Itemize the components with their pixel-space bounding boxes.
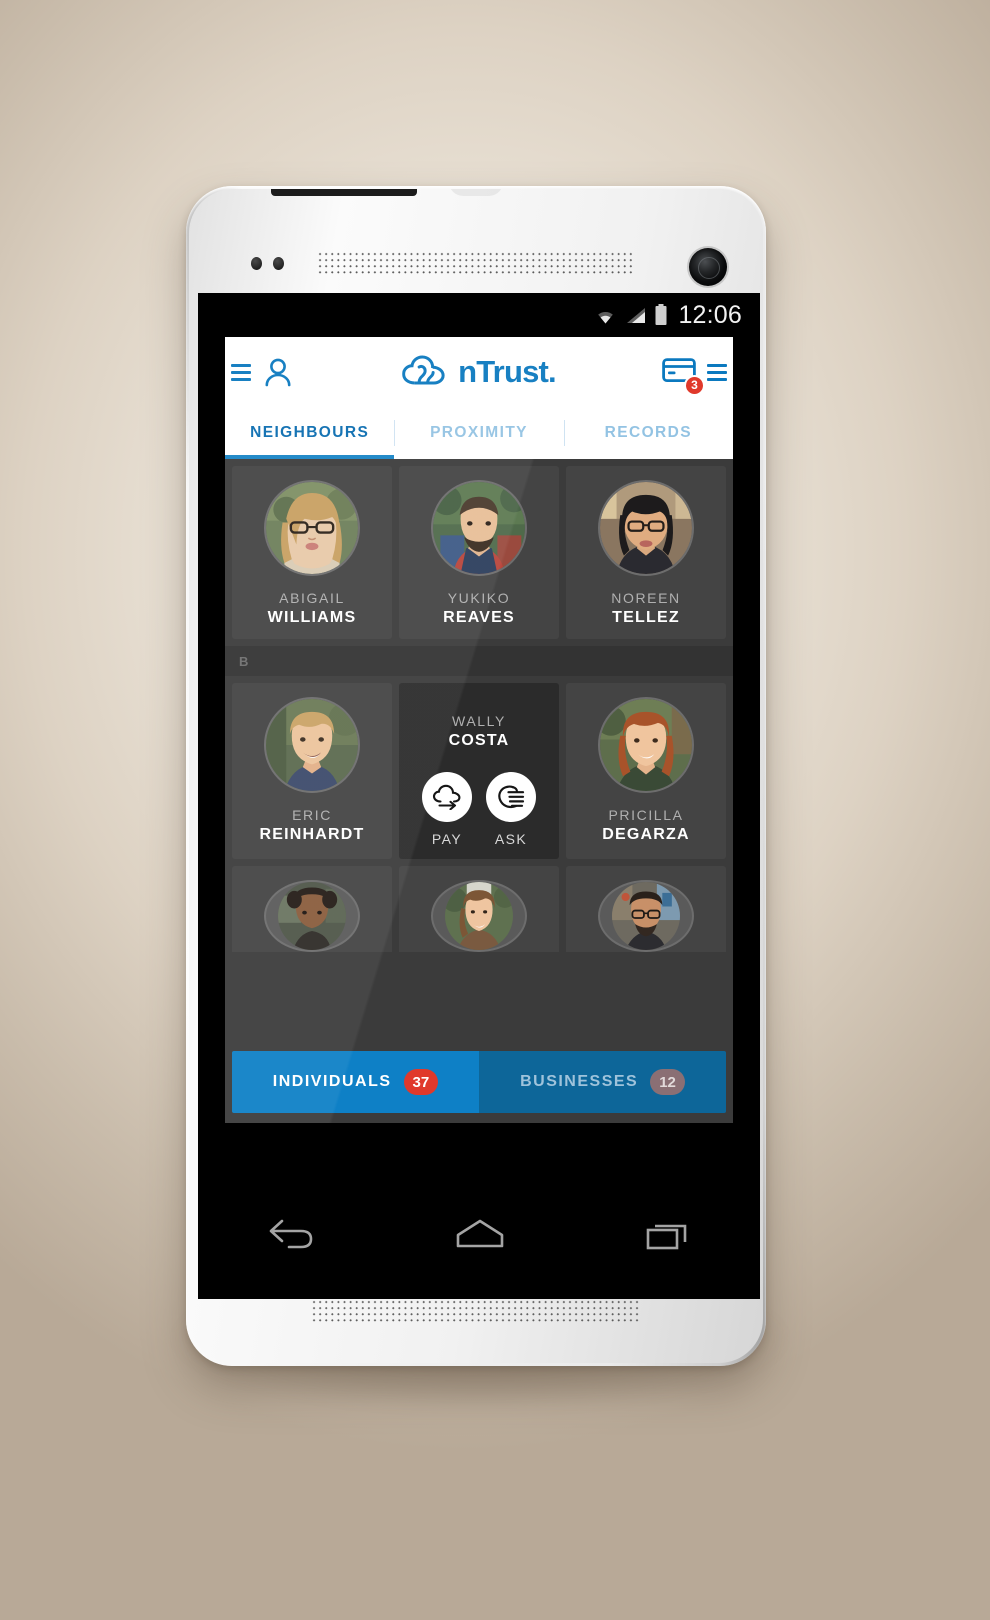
- android-status-bar: 12:06: [198, 293, 760, 337]
- phone-top-dip: [449, 189, 503, 196]
- filter-businesses[interactable]: BUSINESSES 12: [479, 1051, 726, 1113]
- proximity-sensor-icon: [251, 257, 262, 270]
- contact-card[interactable]: ERIC REINHARDT: [232, 683, 392, 859]
- ask-button[interactable]: ASK: [486, 772, 536, 847]
- filter-individuals[interactable]: INDIVIDUALS 37: [232, 1051, 479, 1113]
- status-bar-clock: 12:06: [678, 300, 742, 329]
- light-sensor-icon: [273, 257, 284, 270]
- contacts-scroll-area[interactable]: ABIGAIL WILLIAMS YUKIKO REAVES NOREEN TE…: [225, 459, 733, 1123]
- contact-card[interactable]: ABIGAIL WILLIAMS: [232, 466, 392, 639]
- contact-first-name: YUKIKO: [447, 590, 511, 606]
- cloud-arrow-icon: [432, 784, 461, 810]
- contact-last-name: TELLEZ: [612, 609, 680, 626]
- home-icon[interactable]: [454, 1217, 506, 1251]
- app-header: nTrust. 3: [225, 337, 733, 407]
- contact-first-name: PRICILLA: [608, 807, 684, 823]
- avatar: [598, 880, 694, 952]
- front-camera-icon: [689, 248, 727, 286]
- tab-proximity[interactable]: PROXIMITY: [394, 407, 563, 459]
- person-icon[interactable]: [264, 357, 292, 387]
- filter-count-badge: 37: [403, 1069, 439, 1095]
- contact-last-name: COSTA: [448, 732, 510, 749]
- tab-neighbours[interactable]: NEIGHBOURS: [225, 407, 394, 459]
- bottom-speaker-grille: [311, 1299, 641, 1325]
- filter-label: INDIVIDUALS: [272, 1073, 392, 1090]
- phone-top-slot: [271, 189, 417, 196]
- pay-label: PAY: [431, 831, 463, 847]
- pay-button[interactable]: PAY: [422, 772, 472, 847]
- hamburger-menu-icon-right[interactable]: [707, 363, 727, 381]
- hamburger-menu-icon[interactable]: [231, 363, 251, 381]
- contact-card[interactable]: [232, 866, 392, 952]
- section-letter: B: [239, 653, 250, 669]
- card-actions: PAY ASK: [422, 772, 536, 847]
- contact-card[interactable]: YUKIKO REAVES: [399, 466, 559, 639]
- wallet-button[interactable]: 3: [662, 357, 705, 396]
- avatar: [431, 880, 527, 952]
- contact-card[interactable]: NOREEN TELLEZ: [566, 466, 726, 639]
- contacts-row: ERIC REINHARDT WALLY COSTA PAY ASK PRICI…: [225, 683, 733, 859]
- contact-card[interactable]: [566, 866, 726, 952]
- phone-device: 12:06 nTrust. 3 NEIGHBOURS PROXIMITY REC…: [186, 186, 766, 1366]
- avatar: [598, 697, 694, 793]
- phone-bottom-hardware: [189, 1291, 763, 1337]
- battery-icon: [655, 304, 667, 325]
- contact-card[interactable]: PRICILLA DEGARZA: [566, 683, 726, 859]
- contact-first-name: NOREEN: [611, 590, 681, 606]
- section-header: B: [225, 646, 733, 676]
- contact-first-name: ABIGAIL: [279, 590, 345, 606]
- wallet-badge: 3: [684, 374, 705, 396]
- ntrust-cloud-logo: [402, 355, 445, 385]
- ntrust-logo: nTrust.: [402, 354, 557, 390]
- tab-records[interactable]: RECORDS: [563, 407, 733, 459]
- avatar: [598, 480, 694, 576]
- recents-icon[interactable]: [645, 1217, 691, 1251]
- contact-last-name: REAVES: [443, 609, 515, 626]
- signal-icon: [627, 308, 646, 323]
- contact-card[interactable]: [399, 866, 559, 952]
- filter-bar: INDIVIDUALS 37 BUSINESSES 12: [232, 1051, 726, 1113]
- contact-first-name: ERIC: [292, 807, 332, 823]
- filter-label: BUSINESSES: [520, 1073, 639, 1090]
- phone-screen: 12:06 nTrust. 3 NEIGHBOURS PROXIMITY REC…: [198, 293, 760, 1299]
- contacts-row: ABIGAIL WILLIAMS YUKIKO REAVES NOREEN TE…: [225, 466, 733, 639]
- phone-top-hardware: [189, 227, 763, 293]
- back-icon[interactable]: [267, 1217, 315, 1251]
- ask-label: ASK: [494, 831, 528, 847]
- earpiece-speaker-grille: [317, 251, 633, 277]
- avatar: [264, 480, 360, 576]
- filter-count-badge: 12: [650, 1069, 685, 1095]
- avatar: [264, 697, 360, 793]
- contact-card-expanded[interactable]: WALLY COSTA PAY ASK: [399, 683, 559, 859]
- avatar: [264, 880, 360, 952]
- contact-last-name: DEGARZA: [602, 826, 690, 843]
- ntrust-app: nTrust. 3 NEIGHBOURS PROXIMITY RECORDS A…: [225, 337, 733, 1123]
- android-nav-bar: [198, 1169, 760, 1299]
- hand-icon: [498, 785, 525, 809]
- contacts-row: [225, 866, 733, 952]
- contact-first-name: WALLY: [452, 713, 506, 729]
- contact-last-name: WILLIAMS: [267, 609, 357, 626]
- tab-bar: NEIGHBOURS PROXIMITY RECORDS: [225, 407, 733, 459]
- contact-last-name: REINHARDT: [259, 826, 365, 843]
- wifi-icon: [598, 311, 614, 324]
- ntrust-logo-text: nTrust.: [458, 354, 557, 389]
- avatar: [431, 480, 527, 576]
